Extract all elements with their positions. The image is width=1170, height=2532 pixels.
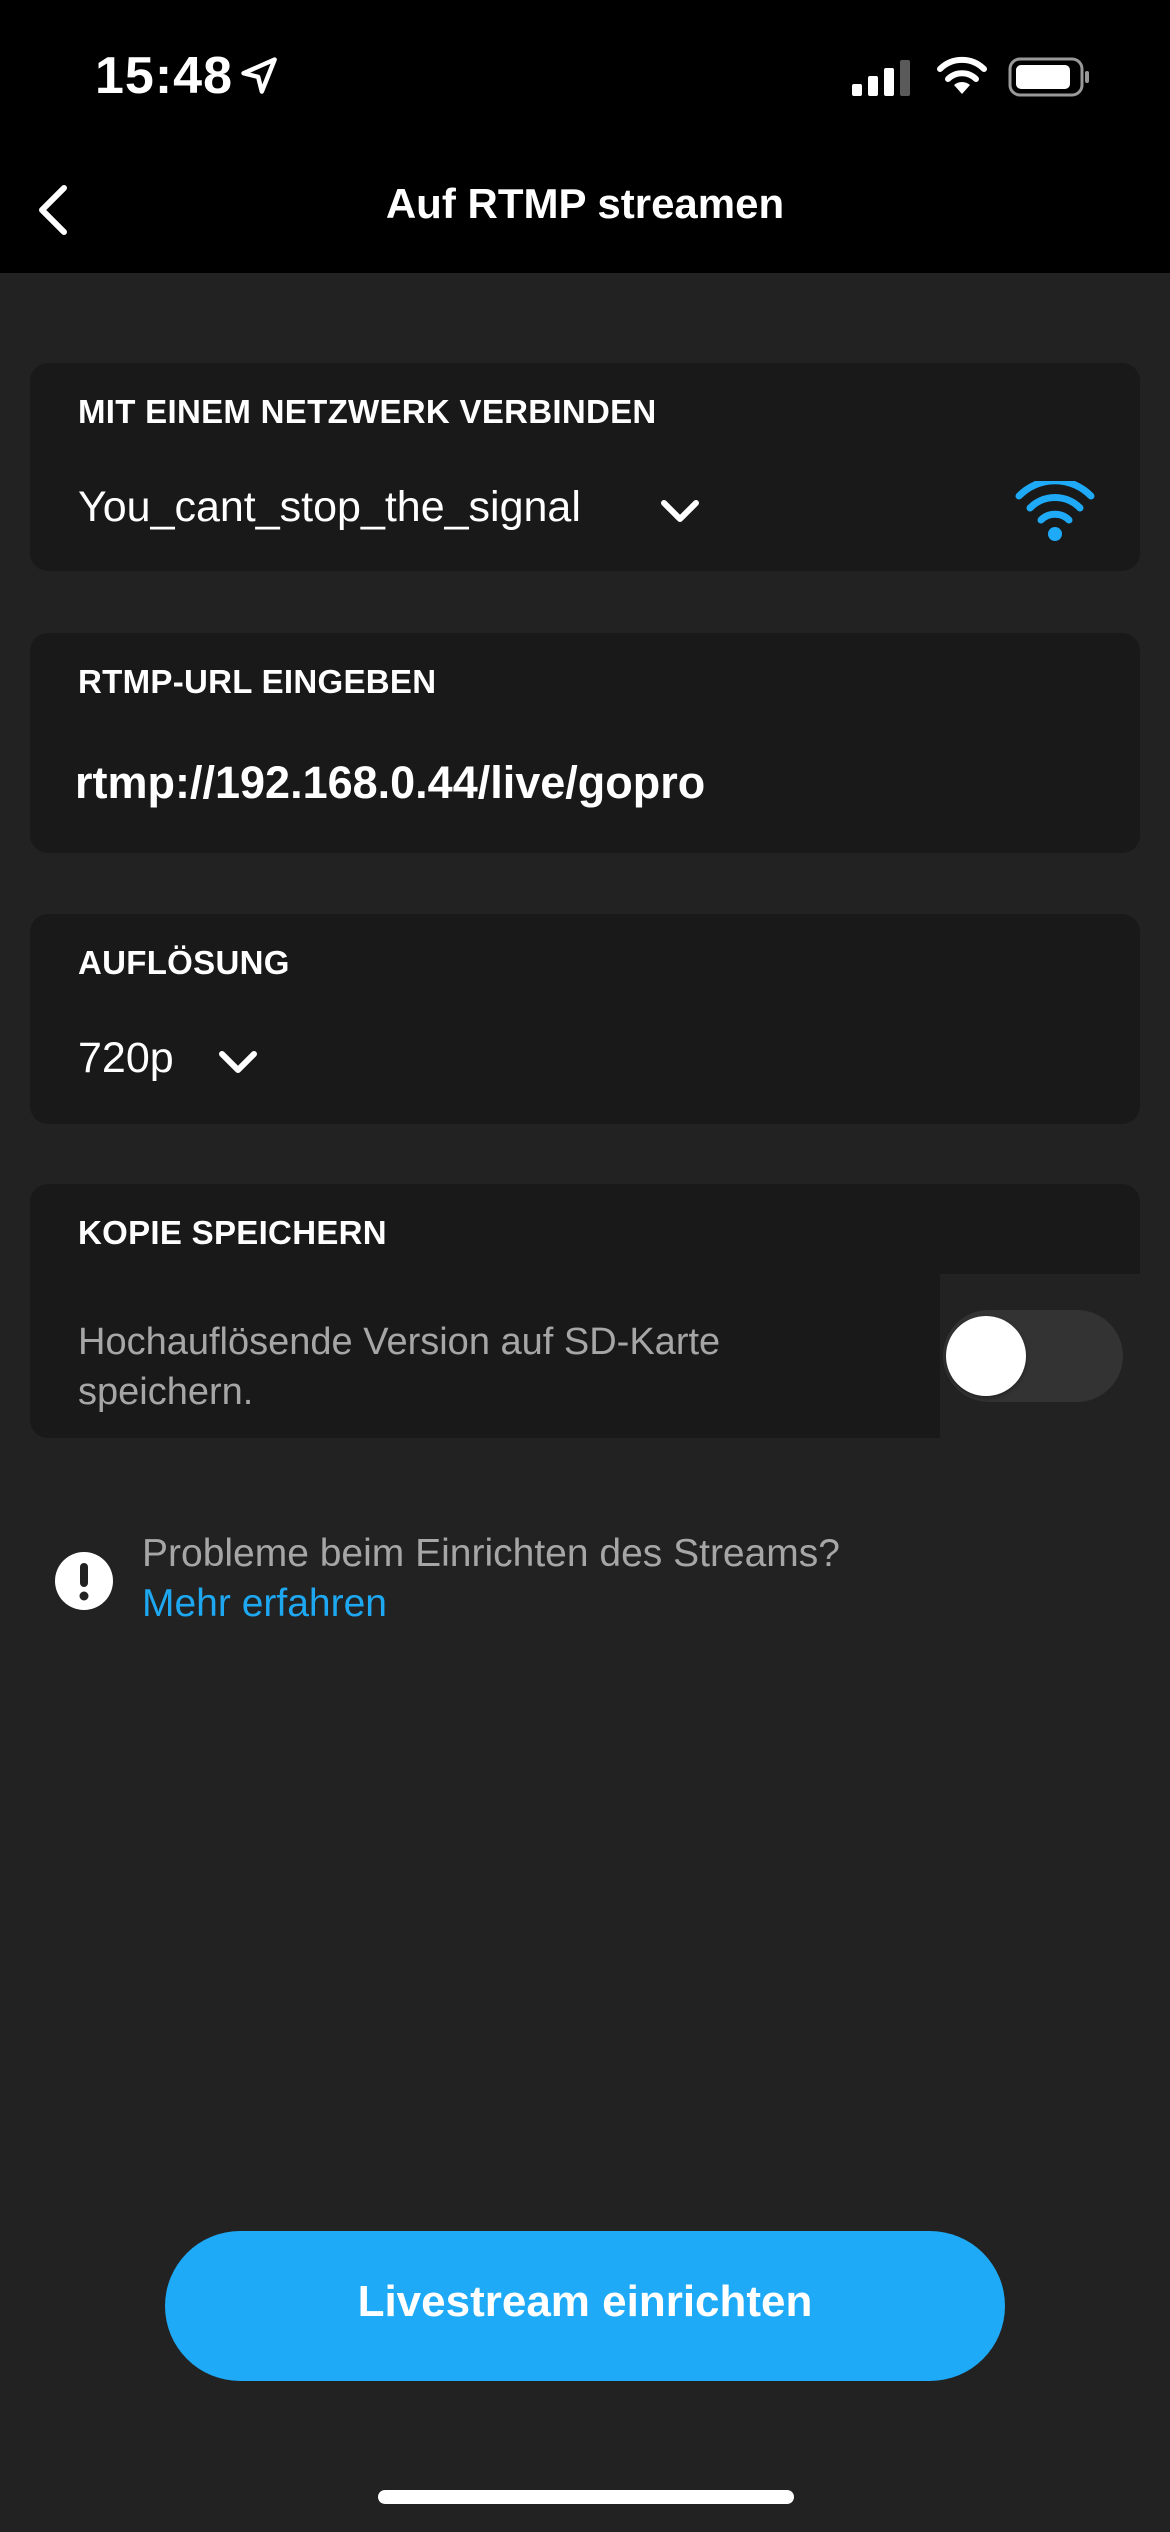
page-title: Auf RTMP streamen — [385, 180, 785, 227]
wifi-icon — [937, 56, 987, 94]
status-bar: 15:48 — [0, 0, 1170, 150]
resolution-card[interactable]: AUFLÖSUNG 720p — [30, 914, 1140, 1124]
setup-livestream-button[interactable]: Livestream einrichten — [165, 2231, 1005, 2381]
help-text: Probleme beim Einrichten des Streams? — [142, 1532, 840, 1575]
home-indicator — [378, 2490, 794, 2504]
battery-icon — [1008, 57, 1089, 97]
rtmp-url-card: RTMP-URL EINGEBEN — [30, 633, 1140, 853]
location-arrow-icon — [241, 57, 277, 94]
rtmp-url-title: RTMP-URL EINGEBEN — [78, 663, 437, 700]
save-copy-title: KOPIE SPEICHERN — [78, 1214, 387, 1251]
save-copy-toggle[interactable] — [943, 1310, 1123, 1402]
save-copy-description: Hochauflösende Version auf SD-Karte spei… — [78, 1321, 721, 1413]
resolution-select-value[interactable]: 720p — [78, 1034, 174, 1083]
exclamation-circle-icon — [55, 1552, 113, 1610]
nav-bar: Auf RTMP streamen — [0, 150, 1170, 273]
rtmp-url-input[interactable] — [75, 753, 1085, 813]
network-select-value[interactable]: You_cant_stop_the_signal — [78, 483, 581, 532]
save-copy-card: KOPIE SPEICHERN Hochauflösende Version a… — [30, 1184, 1140, 1438]
network-card-title: MIT EINEM NETZWERK VERBINDEN — [78, 393, 657, 430]
cellular-signal-icon — [852, 60, 910, 96]
resolution-title: AUFLÖSUNG — [78, 944, 290, 981]
chevron-down-icon[interactable] — [656, 487, 704, 535]
wifi-icon — [1015, 481, 1095, 541]
setup-livestream-button-label: Livestream einrichten — [357, 2277, 813, 2326]
chevron-down-icon[interactable] — [214, 1038, 262, 1086]
network-card[interactable]: MIT EINEM NETZWERK VERBINDEN You_cant_st… — [30, 363, 1140, 571]
toggle-knob — [946, 1316, 1026, 1396]
learn-more-link[interactable]: Mehr erfahren — [142, 1582, 387, 1626]
status-time: 15:48 — [95, 47, 233, 105]
